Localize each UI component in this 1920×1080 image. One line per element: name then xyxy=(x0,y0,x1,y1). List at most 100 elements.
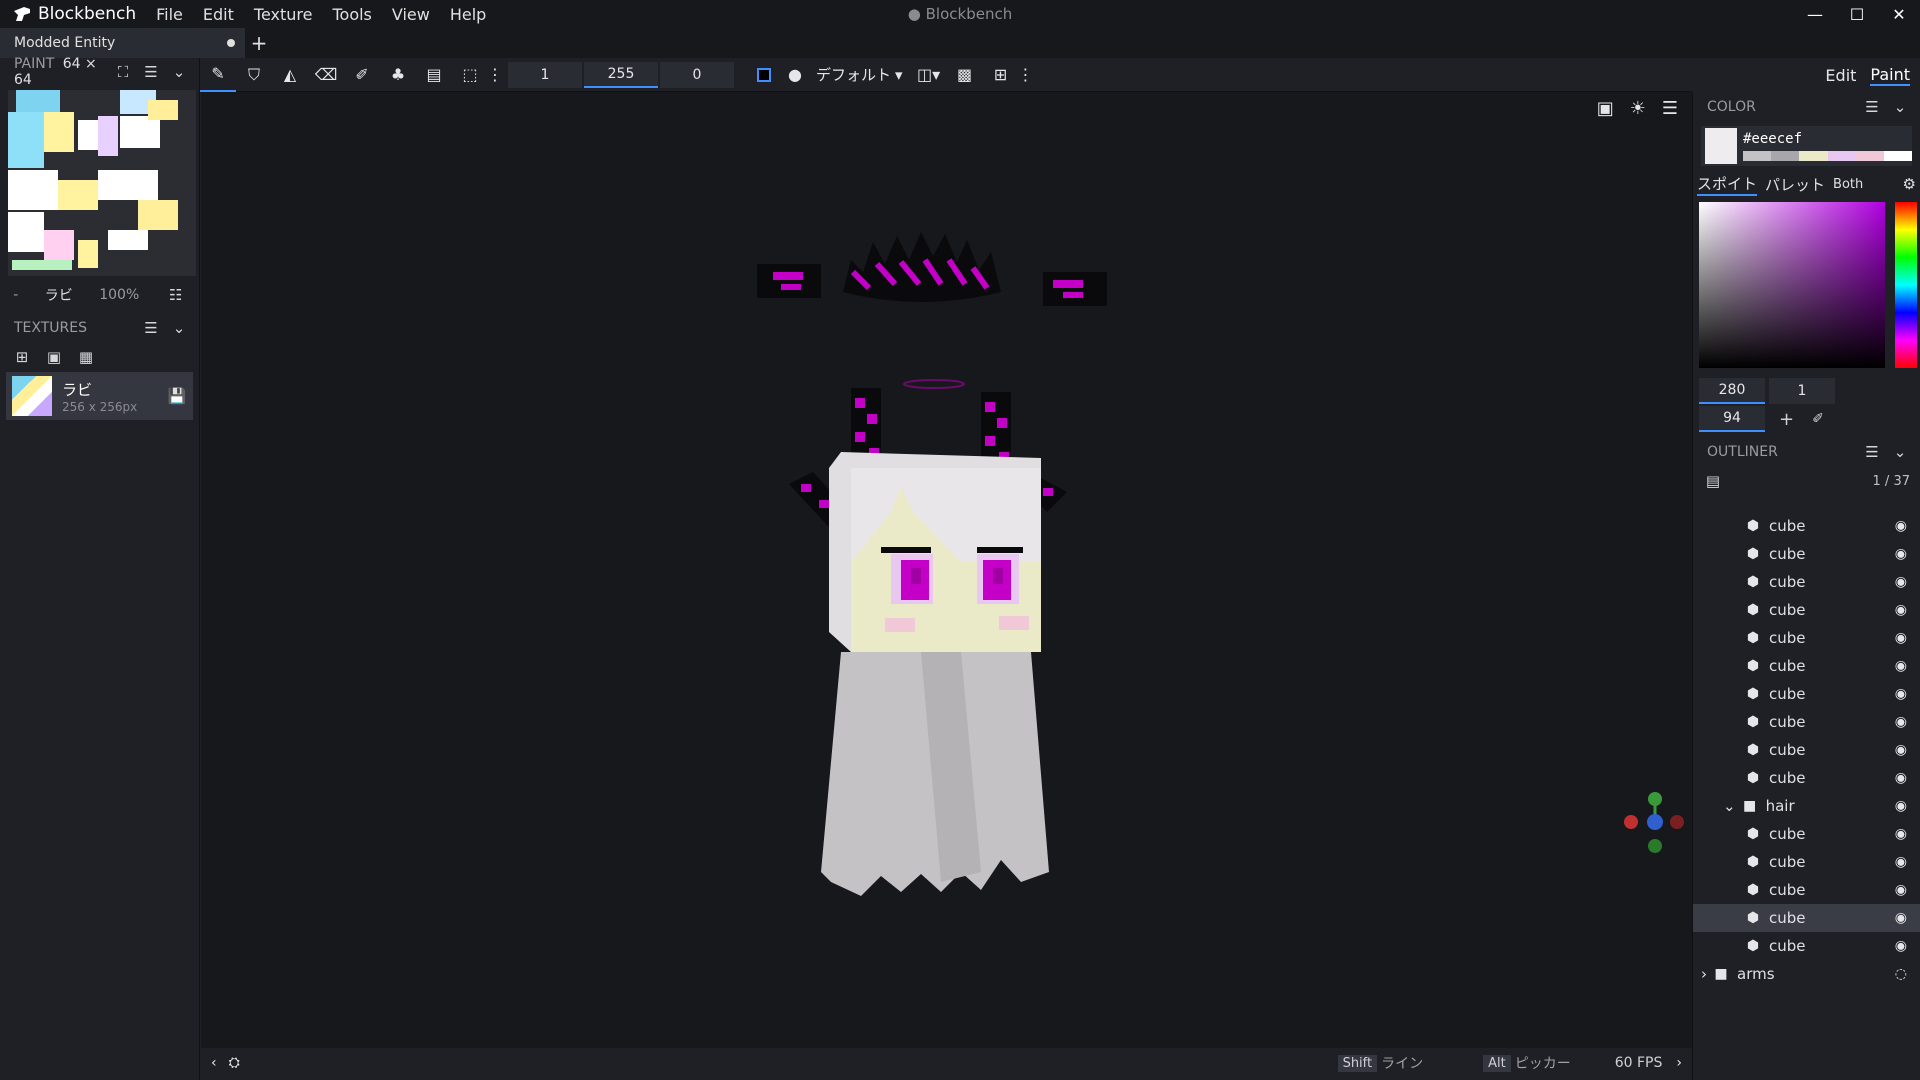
saturation-input[interactable]: 1 xyxy=(1769,378,1835,404)
fullscreen-icon[interactable]: ⛶ xyxy=(113,62,133,82)
outliner-group[interactable]: ⌄ ■ hair ◉ xyxy=(1693,792,1920,820)
eye-icon[interactable]: ◉ xyxy=(1895,602,1907,618)
menu-tools[interactable]: Tools xyxy=(322,5,381,24)
gradient-tool-icon[interactable]: ▤ xyxy=(416,58,452,92)
brush-tool-icon[interactable]: ✎ xyxy=(200,58,236,92)
recent-colors[interactable] xyxy=(1743,151,1913,161)
eye-icon[interactable]: ◉ xyxy=(1895,742,1907,758)
eye-icon[interactable]: ◉ xyxy=(1895,770,1907,786)
value-input[interactable]: 94 xyxy=(1699,406,1765,432)
eye-icon[interactable]: ◉ xyxy=(1895,574,1907,590)
outliner-cube[interactable]: ⬢ cube ◉ xyxy=(1693,904,1920,932)
menu-texture[interactable]: Texture xyxy=(244,5,323,24)
grid-icon[interactable]: ⊞ xyxy=(983,58,1019,92)
create-texture-icon[interactable]: ▣ xyxy=(44,347,64,367)
sidebar-toggle-left-icon[interactable]: ‹ xyxy=(211,1055,217,1071)
chevron-down-icon[interactable]: ⌄ xyxy=(169,62,189,82)
outliner-cube[interactable]: ⬢ cube ◉ xyxy=(1693,736,1920,764)
selection-tool-icon[interactable]: ⬚ xyxy=(452,58,488,92)
shape-tool-icon[interactable]: ♣ xyxy=(380,58,416,92)
outliner-cube[interactable]: ⬢ cube ◉ xyxy=(1693,848,1920,876)
tab-both[interactable]: Both xyxy=(1833,177,1863,192)
hex-input[interactable]: #eeecef xyxy=(1743,131,1912,147)
chevron-down-icon[interactable]: ⌄ xyxy=(1723,797,1736,815)
menu-file[interactable]: File xyxy=(146,5,193,24)
eye-icon[interactable]: ◉ xyxy=(1895,882,1907,898)
mirror-painting-icon[interactable]: ◫▾ xyxy=(911,58,947,92)
drag-handle-icon[interactable]: ☰ xyxy=(1862,97,1882,117)
chevron-down-icon[interactable]: ⌄ xyxy=(1890,97,1910,117)
new-tab-button[interactable]: + xyxy=(245,28,273,58)
menu-view[interactable]: View xyxy=(382,5,440,24)
outliner-group[interactable]: › ■ arms ◌ xyxy=(1693,960,1920,988)
toggle-outliner-icon[interactable]: ▤ xyxy=(1703,471,1723,491)
eye-icon[interactable]: ◉ xyxy=(1895,686,1907,702)
fill-tool-icon[interactable]: ◭ xyxy=(272,58,308,92)
viewport-menu-icon[interactable]: ☰ xyxy=(1662,98,1678,119)
outliner-cube[interactable]: ⬢ cube ◉ xyxy=(1693,764,1920,792)
uv-prev[interactable]: - xyxy=(13,287,18,303)
brush-size-input[interactable]: 1 xyxy=(508,61,582,88)
blend-mode-dropdown[interactable]: デフォルト ▾ xyxy=(808,64,911,85)
outliner-cube[interactable]: ⬢ cube ◉ xyxy=(1693,596,1920,624)
round-brush-icon[interactable]: ● xyxy=(782,58,808,92)
3d-viewport[interactable]: ▣ ☀ ☰ xyxy=(201,92,1692,1048)
chevron-down-icon[interactable]: ⌄ xyxy=(169,318,189,338)
mode-paint[interactable]: Paint xyxy=(1870,65,1910,86)
maximize-button[interactable]: ☐ xyxy=(1836,0,1878,28)
more-icon[interactable]: ⋮ xyxy=(487,58,503,92)
outliner-cube[interactable]: ⬢ cube ◉ xyxy=(1693,932,1920,960)
gear-icon[interactable]: ⚙ xyxy=(1903,175,1916,193)
outliner-cube[interactable]: ⬢ cube ◉ xyxy=(1693,624,1920,652)
import-texture-icon[interactable]: ⊞ xyxy=(12,347,32,367)
tab-palette[interactable]: パレット xyxy=(1765,174,1825,195)
eye-icon[interactable]: ◉ xyxy=(1895,910,1907,926)
eye-icon[interactable]: ◉ xyxy=(1895,938,1907,954)
color-picker-tool-icon[interactable]: ✐ xyxy=(344,58,380,92)
save-icon[interactable]: 💾 xyxy=(167,386,187,406)
outliner-cube[interactable]: ⬢ cube ◉ xyxy=(1693,820,1920,848)
lighting-icon[interactable]: ☀ xyxy=(1630,98,1646,119)
square-brush-icon[interactable] xyxy=(746,58,782,92)
eraser-tool-icon[interactable]: ⌫ xyxy=(308,58,344,92)
pixel-grid-icon[interactable]: ▩ xyxy=(947,58,983,92)
outliner-cube[interactable]: ⬢ cube ◉ xyxy=(1693,568,1920,596)
hue-slider[interactable] xyxy=(1895,202,1917,368)
unsaved-dot-icon[interactable] xyxy=(227,39,235,47)
eye-icon[interactable]: ◉ xyxy=(1895,630,1907,646)
drag-handle-icon[interactable]: ☰ xyxy=(141,62,161,82)
eye-icon[interactable]: ◉ xyxy=(1895,714,1907,730)
eye-icon[interactable]: ◉ xyxy=(1895,546,1907,562)
eye-icon[interactable]: ◉ xyxy=(1895,854,1907,870)
texture-grid-icon[interactable]: ▦ xyxy=(76,347,96,367)
outliner-cube[interactable]: ⬢ cube ◉ xyxy=(1693,540,1920,568)
view-mode-icon[interactable]: ⛭ xyxy=(229,1055,240,1071)
screenshot-icon[interactable]: ▣ xyxy=(1597,98,1614,119)
tab-eyedropper[interactable]: スポイト xyxy=(1697,173,1758,196)
uv-zoom[interactable]: 100% xyxy=(99,287,139,303)
chevron-down-icon[interactable]: ⌄ xyxy=(1890,442,1910,462)
outliner-cube[interactable]: ⬢ cube ◉ xyxy=(1693,512,1920,540)
eye-icon[interactable]: ◉ xyxy=(1895,798,1907,814)
outliner-cube[interactable]: ⬢ cube ◉ xyxy=(1693,876,1920,904)
eye-icon[interactable]: ◉ xyxy=(1895,826,1907,842)
drag-handle-icon[interactable]: ☰ xyxy=(1862,442,1882,462)
texture-list-item[interactable]: ラビ 256 x 256px 💾 xyxy=(6,372,193,420)
uv-texture-name[interactable]: ラビ xyxy=(45,285,73,305)
eye-icon[interactable]: ◉ xyxy=(1895,658,1907,674)
layers-icon[interactable]: ☷ xyxy=(166,285,186,305)
outliner-cube[interactable]: ⬢ cube ◉ xyxy=(1693,708,1920,736)
eye-icon[interactable]: ◉ xyxy=(1895,518,1907,534)
hue-input[interactable]: 280 xyxy=(1699,378,1765,404)
menu-help[interactable]: Help xyxy=(440,5,496,24)
drag-handle-icon[interactable]: ☰ xyxy=(141,318,161,338)
saturation-value-area[interactable] xyxy=(1699,202,1885,368)
more-icon[interactable]: ⋮ xyxy=(1018,58,1034,92)
chevron-right-icon[interactable]: › xyxy=(1701,965,1707,983)
sidebar-toggle-right-icon[interactable]: › xyxy=(1676,1055,1682,1071)
stamp-tool-icon[interactable]: ⛉ xyxy=(236,58,272,92)
color-swatch[interactable] xyxy=(1705,128,1737,164)
eyedropper-icon[interactable]: ✐ xyxy=(1812,411,1824,427)
mode-edit[interactable]: Edit xyxy=(1825,66,1856,85)
outliner-cube[interactable]: ⬢ cube ◉ xyxy=(1693,680,1920,708)
